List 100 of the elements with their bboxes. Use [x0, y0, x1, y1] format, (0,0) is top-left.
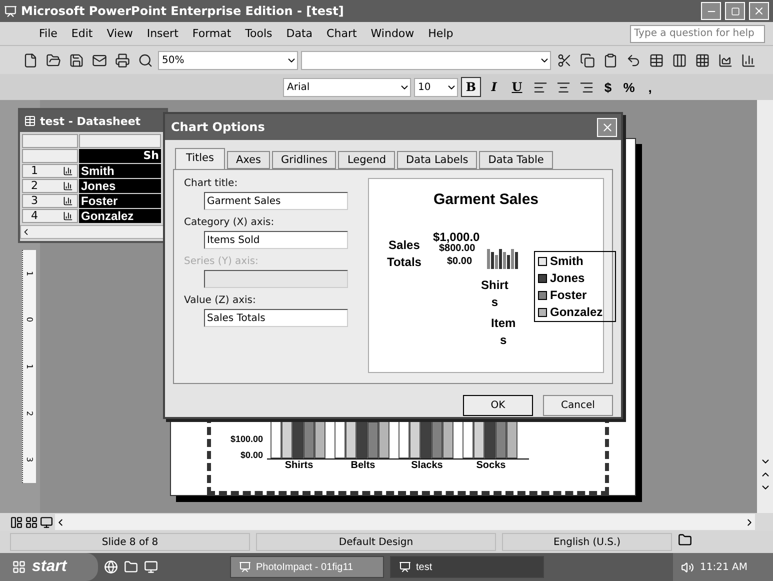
category-label: Socks	[475, 460, 507, 471]
text-field[interactable]: Sales Totals	[204, 309, 348, 327]
category-label: Slacks	[410, 460, 444, 471]
restore-icon	[730, 6, 740, 16]
menu-item[interactable]: Chart	[320, 25, 364, 42]
app-icon	[4, 4, 17, 18]
datasheet-title: test - Datasheet	[40, 114, 141, 128]
bar-chart-icon	[63, 196, 73, 206]
legend-label: Smith	[550, 254, 584, 268]
axis-label: $800.00	[439, 243, 476, 256]
slideshow-icon[interactable]	[40, 516, 53, 528]
window-title: Microsoft PowerPoint Enterprise Edition - [test]	[21, 4, 345, 18]
browser-icon[interactable]	[104, 560, 118, 574]
desktop-icon[interactable]	[144, 560, 158, 574]
ruler-number: 1	[25, 270, 34, 276]
ruler-number: 3	[25, 457, 34, 462]
table-cell: Smith	[79, 164, 161, 178]
zoom-dropdown[interactable]: 50%	[158, 50, 298, 70]
datasheet-icon	[24, 115, 36, 127]
menu-item[interactable]: Window	[364, 25, 422, 42]
axis-title: Item s	[491, 315, 516, 349]
clock: 11:21 AM	[700, 562, 748, 572]
menu-item[interactable]: Help	[421, 25, 460, 42]
axis-label: $1,000.0	[433, 229, 480, 244]
status-text: Slide 8 of 8	[10, 533, 250, 551]
help-search-field[interactable]: Type a question for help	[630, 24, 765, 42]
grid-icon	[12, 560, 26, 574]
table-cell: Gonzalez	[79, 209, 161, 223]
category-label: Belts	[350, 460, 376, 471]
tab[interactable]: Data Table	[479, 151, 553, 169]
format-button[interactable]: U	[507, 77, 527, 97]
ruler-number: 1	[25, 364, 34, 370]
number-format-button[interactable]: $	[599, 77, 617, 97]
row-header[interactable]: 1	[22, 164, 78, 178]
close-icon	[600, 120, 614, 134]
format-button[interactable]: I	[484, 77, 504, 97]
slide-sorter-icon[interactable]	[25, 516, 38, 528]
menu-item[interactable]: Data	[279, 25, 320, 42]
table-cell: Jones	[79, 179, 161, 193]
taskbar-button[interactable]: test	[390, 556, 544, 578]
tab[interactable]: Axes	[226, 151, 270, 169]
taskbar-button[interactable]: PhotoImpact - 01fig11	[230, 556, 384, 578]
horizontal-scrollbar[interactable]	[20, 225, 166, 239]
field-label: Series (Y) axis:	[184, 256, 260, 267]
row-header[interactable]: 4	[22, 209, 78, 223]
close-button[interactable]	[597, 118, 617, 136]
text-field[interactable]: Items Sold	[204, 231, 348, 249]
field-label: Chart title:	[184, 178, 239, 189]
menu-item[interactable]: View	[100, 25, 140, 42]
close-button[interactable]	[749, 2, 769, 20]
axis-title: Sales Totals	[387, 237, 422, 271]
format-button[interactable]: B	[461, 77, 481, 97]
folder-icon[interactable]	[124, 560, 138, 574]
legend-label: Foster	[550, 288, 587, 302]
ruler-number: 2	[25, 410, 34, 416]
horizontal-scrollbar[interactable]	[55, 514, 755, 530]
tab[interactable]: Gridlines	[272, 151, 336, 169]
spelling-status-icon	[678, 533, 692, 547]
row-header[interactable]: 3	[22, 194, 78, 208]
volume-icon[interactable]	[681, 560, 694, 574]
vertical-scrollbar[interactable]	[757, 100, 773, 513]
tab[interactable]: Titles	[175, 148, 225, 169]
number-format-button[interactable]: %	[620, 77, 638, 97]
menu-item[interactable]: Tools	[238, 25, 280, 42]
category-label: Shirts	[284, 460, 314, 471]
menu-item[interactable]: Insert	[140, 25, 186, 42]
field-label: Value (Z) axis:	[184, 295, 257, 306]
corner-cell[interactable]	[22, 149, 78, 163]
presentation-icon	[399, 561, 411, 573]
font-size-dropdown[interactable]: 10	[414, 78, 458, 96]
font-dropdown[interactable]: Arial	[283, 78, 411, 96]
legend-label: Gonzalez	[550, 305, 603, 319]
axis-label: $100.00	[230, 434, 263, 444]
menu-item[interactable]: Edit	[64, 25, 100, 42]
ok-button[interactable]: OK	[463, 395, 533, 416]
minimize-button[interactable]	[701, 2, 721, 20]
menu-item[interactable]: Format	[185, 25, 238, 42]
text-field[interactable]: Garment Sales	[204, 192, 348, 210]
chart-title: Garment Sales	[432, 191, 540, 208]
table-cell: Foster	[79, 194, 161, 208]
status-text: Default Design	[256, 533, 496, 551]
tab[interactable]: Legend	[338, 151, 396, 169]
column-header[interactable]: Sh	[79, 149, 161, 163]
start-button[interactable]: start	[0, 553, 98, 581]
close-icon	[753, 5, 765, 17]
cancel-button[interactable]: Cancel	[543, 395, 613, 416]
field-label: Category (X) axis:	[184, 217, 276, 228]
normal-view-icon[interactable]	[10, 516, 23, 528]
axis-label: $0.00	[447, 255, 472, 269]
menu-item[interactable]: File	[32, 25, 64, 42]
restore-button[interactable]	[725, 2, 745, 20]
row-header[interactable]: 2	[22, 179, 78, 193]
number-format-button[interactable]: ,	[641, 77, 659, 97]
bar-chart-icon	[63, 181, 73, 191]
status-text: English (U.S.)	[502, 533, 672, 551]
presentation-icon	[239, 561, 251, 573]
bar-chart-icon	[63, 211, 73, 221]
dialog-title: Chart Options	[171, 120, 265, 134]
tab[interactable]: Data Labels	[397, 151, 478, 169]
category-label: Shirt s	[481, 277, 508, 311]
